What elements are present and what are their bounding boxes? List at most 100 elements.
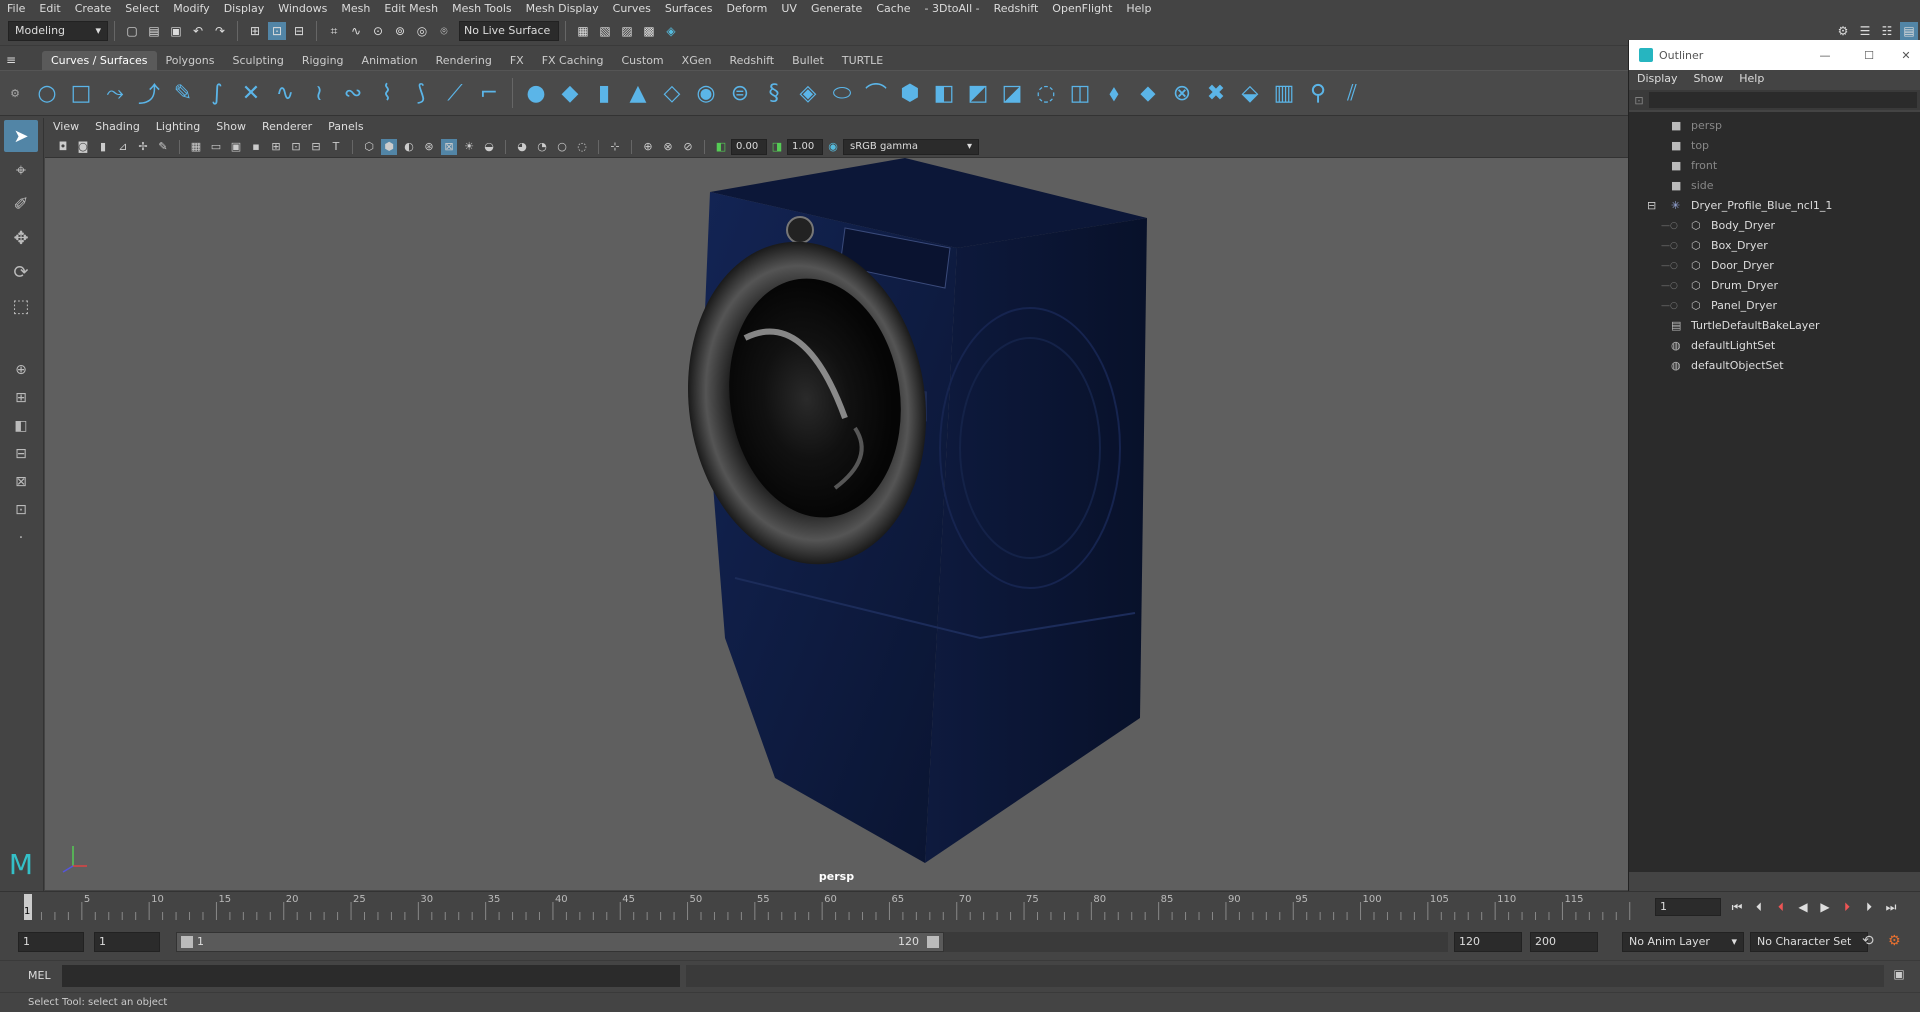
curve-extend-icon[interactable]: ⌇ [372, 78, 402, 108]
depth-of-field-icon[interactable]: ◌ [574, 139, 590, 155]
untrim-icon[interactable]: ⬧ [1099, 78, 1129, 108]
outliner-item[interactable]: ■ side [1671, 176, 1714, 196]
play-backwards-icon[interactable]: ◀ [1792, 900, 1814, 914]
lasso-tool-icon[interactable]: ⌖ [4, 154, 38, 186]
exposure-icon[interactable]: ◧ [713, 139, 729, 155]
maximize-icon[interactable]: ☐ [1847, 49, 1891, 62]
ambient-occlusion-icon[interactable]: ◕ [514, 139, 530, 155]
boundary-icon[interactable]: ◧ [929, 78, 959, 108]
outliner-menu-show[interactable]: Show [1686, 70, 1732, 88]
textured-icon[interactable]: ⊠ [441, 138, 457, 155]
planar-icon[interactable]: ◈ [793, 78, 823, 108]
redshift-render-icon[interactable]: ◈ [662, 22, 680, 40]
shelf-tab-curves-surfaces[interactable]: Curves / Surfaces [42, 50, 157, 70]
pencil-curve-icon[interactable]: ✎ [168, 78, 198, 108]
color-management-icon[interactable]: ◉ [825, 139, 841, 155]
menu-uv[interactable]: UV [774, 0, 804, 17]
menu-deform[interactable]: Deform [719, 0, 774, 17]
close-icon[interactable]: ✕ [1891, 49, 1920, 62]
bezier-curve-icon[interactable]: ∫ [202, 78, 232, 108]
snap-grid-icon[interactable]: ⌗ [325, 22, 343, 40]
outliner-item[interactable]: —○ ⬡ Box_Dryer [1661, 236, 1768, 256]
workspace-icon[interactable]: ⚙ [1834, 22, 1852, 40]
go-to-end-icon[interactable]: ⏭ [1880, 900, 1902, 915]
mode-selector[interactable]: Modeling ▾ [8, 21, 108, 41]
single-perspective-layout-icon[interactable]: ⊕ [4, 358, 38, 382]
wireframe-on-shaded-icon[interactable]: ⊛ [421, 139, 437, 155]
nurbs-cube-icon[interactable]: ◆ [555, 78, 585, 108]
animation-start-field[interactable]: 1 [94, 932, 160, 952]
script-editor-icon[interactable]: ▣ [1890, 967, 1908, 985]
trim-tool-icon[interactable]: ◫ [1065, 78, 1095, 108]
shelf-tab-polygons[interactable]: Polygons [157, 51, 224, 70]
snap-curve-icon[interactable]: ∿ [347, 22, 365, 40]
uv-layout-icon[interactable]: ⊡ [4, 498, 38, 522]
extrude-icon[interactable]: ⬭ [827, 78, 857, 108]
viewport-3d[interactable]: persp [45, 158, 1628, 890]
outliner-menu-help[interactable]: Help [1731, 70, 1772, 88]
step-back-frame-icon[interactable]: ⏴ [1770, 900, 1792, 915]
time-slider[interactable]: 5 10 15 20 25 30 35 40 45 50 55 60 65 70 75 80 85 90 95 100… [0, 891, 1920, 921]
gamma-icon[interactable]: ◨ [769, 139, 785, 155]
gate-mask-icon[interactable]: ▪ [248, 139, 264, 155]
shelf-tab-fx[interactable]: FX [501, 51, 533, 70]
outliner-item[interactable]: —○ ⬡ Drum_Dryer [1661, 276, 1778, 296]
tool-settings-icon[interactable]: ▤ [1900, 22, 1918, 40]
arc-tool-icon[interactable]: ✕ [236, 78, 266, 108]
persp-graph-layout-icon[interactable]: ⊟ [4, 442, 38, 466]
shelf-tab-turtle[interactable]: TURTLE [833, 51, 892, 70]
birail-icon[interactable]: ⌒ [861, 78, 891, 108]
open-close-icon[interactable]: ✖ [1201, 78, 1231, 108]
nurbs-sphere-icon[interactable]: ● [521, 78, 551, 108]
shelf-tab-rigging[interactable]: Rigging [293, 51, 353, 70]
image-plane-icon[interactable]: ⊿ [115, 139, 131, 155]
filter-icon[interactable]: ⊡ [1629, 94, 1649, 107]
select-tool-icon[interactable]: ➤ [4, 120, 38, 152]
go-to-start-icon[interactable]: ⏮ [1726, 900, 1748, 915]
channel-box-icon[interactable]: ☰ [1856, 22, 1874, 40]
snap-surface-icon[interactable]: ◎ [413, 22, 431, 40]
menu-redshift[interactable]: Redshift [987, 0, 1046, 17]
render-settings-icon[interactable]: ▨ [618, 22, 636, 40]
ipr-render-icon[interactable]: ▧ [596, 22, 614, 40]
motion-blur-icon[interactable]: ◔ [534, 139, 550, 155]
shelf-settings-icon[interactable]: ⚙ [0, 87, 30, 100]
detach-surfaces-icon[interactable]: ⊗ [1167, 78, 1197, 108]
curve-rebuild-icon[interactable]: ⟋ [440, 78, 470, 108]
film-gate-icon[interactable]: ▭ [208, 139, 224, 155]
bevel-plus-icon[interactable]: ⬢ [895, 78, 925, 108]
ep-curve-icon[interactable]: ⤴ [134, 78, 164, 108]
resolution-gate-icon[interactable]: ▣ [228, 139, 244, 155]
outliner-item[interactable]: ■ top [1671, 136, 1709, 156]
attach-surfaces-icon[interactable]: ⬥ [1133, 78, 1163, 108]
nurbs-cone-icon[interactable]: ▲ [623, 78, 653, 108]
outliner-item[interactable]: ◍ defaultLightSet [1671, 336, 1775, 356]
field-chart-icon[interactable]: ⊞ [268, 139, 284, 155]
menu-select[interactable]: Select [118, 0, 166, 17]
render-frame-icon[interactable]: ▦ [574, 22, 592, 40]
end-time-field[interactable]: 200 [1530, 932, 1598, 952]
hypershade-icon[interactable]: ▩ [640, 22, 658, 40]
viewport-menu-renderer[interactable]: Renderer [254, 118, 320, 136]
range-slider[interactable]: 1 120 [176, 932, 944, 952]
command-input[interactable] [62, 965, 680, 987]
nurbs-cylinder-icon[interactable]: ▮ [589, 78, 619, 108]
shelf-tab-animation[interactable]: Animation [353, 51, 427, 70]
hypershade-layout-icon[interactable]: ⊠ [4, 470, 38, 494]
shelf-tab-sculpting[interactable]: Sculpting [223, 51, 292, 70]
shadows-icon[interactable]: ◒ [481, 139, 497, 155]
outliner-item[interactable]: —○ ⬡ Panel_Dryer [1661, 296, 1777, 316]
curve-offset-icon[interactable]: ⟆ [406, 78, 436, 108]
2d-pan-icon[interactable]: ✢ [135, 139, 151, 155]
gamma-field[interactable]: 1.00 [787, 138, 823, 155]
scale-tool-icon[interactable]: ⬚ [4, 290, 38, 322]
loft-icon[interactable]: § [759, 78, 789, 108]
shelf-tab-custom[interactable]: Custom [613, 51, 673, 70]
menu-curves[interactable]: Curves [606, 0, 658, 17]
viewport-menu-panels[interactable]: Panels [320, 118, 371, 136]
anti-aliasing-icon[interactable]: ○ [554, 139, 570, 155]
safe-action-icon[interactable]: ⊡ [288, 139, 304, 155]
menu-edit[interactable]: Edit [32, 0, 67, 17]
menu-mesh-display[interactable]: Mesh Display [519, 0, 606, 17]
collapse-icon[interactable]: ⊟ [1647, 196, 1656, 216]
